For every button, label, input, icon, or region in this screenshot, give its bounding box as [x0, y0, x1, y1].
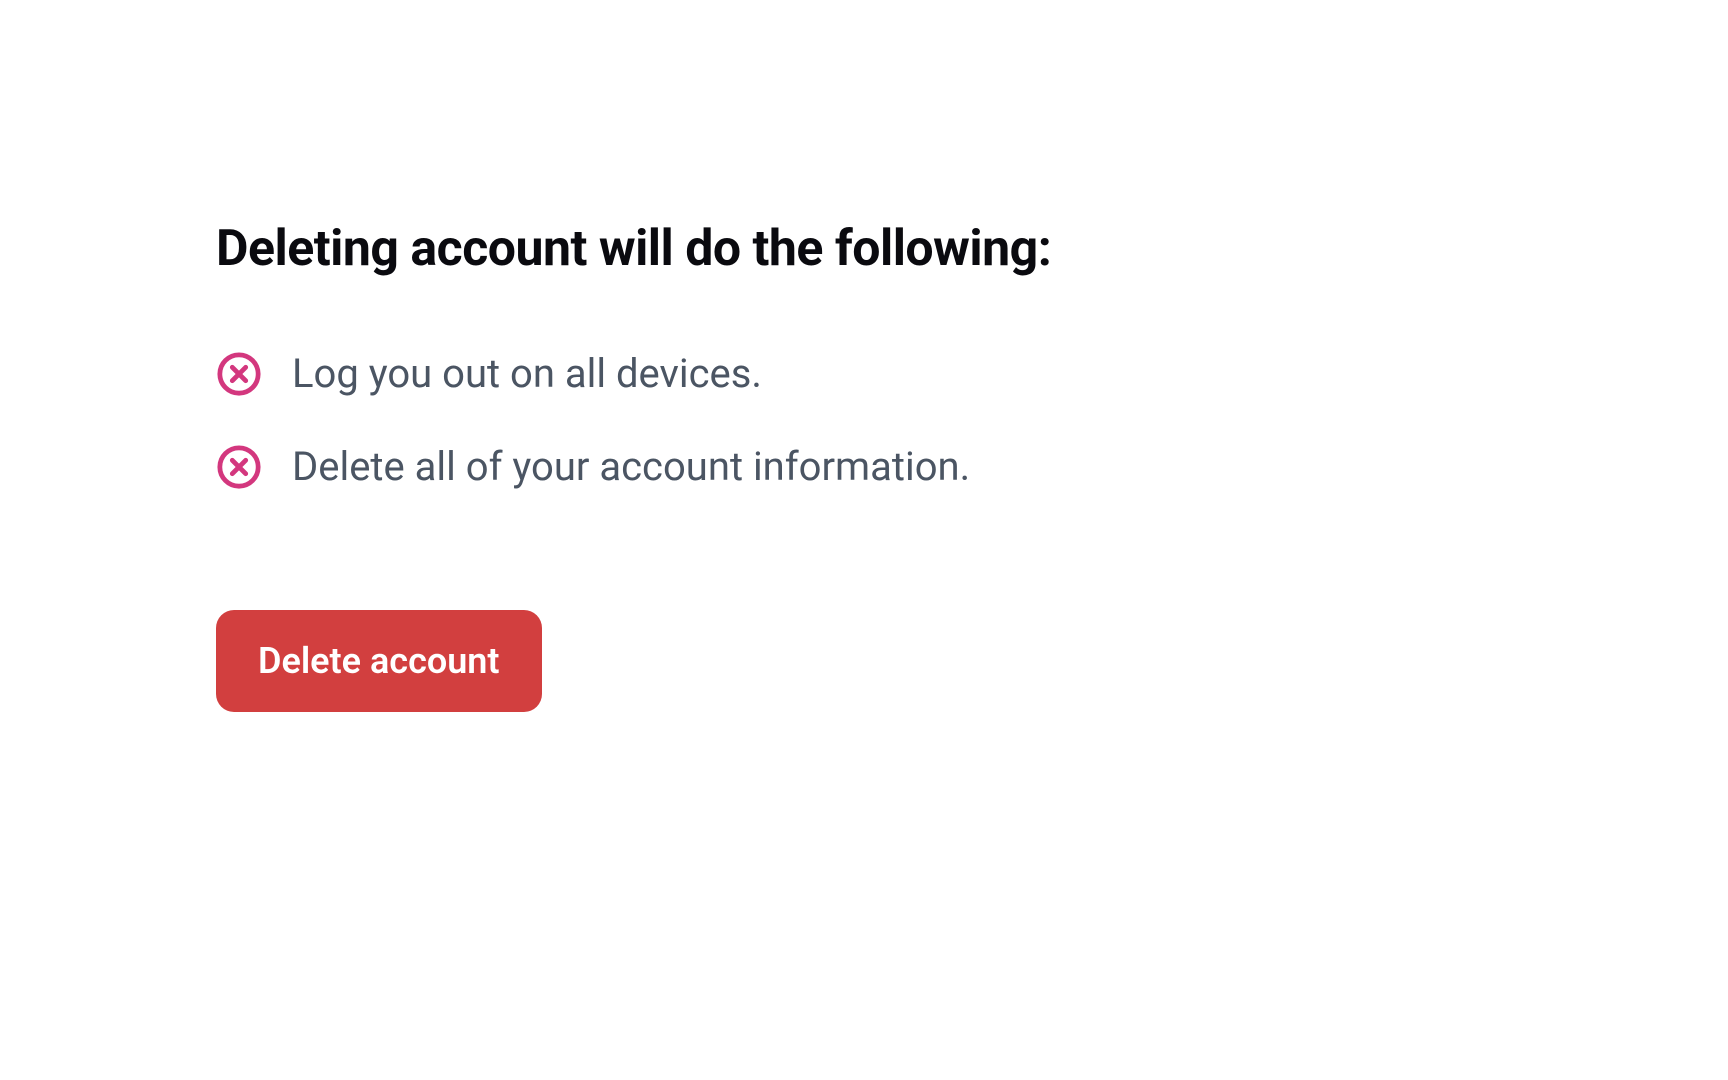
list-item-text: Log you out on all devices.	[292, 350, 762, 397]
x-circle-icon	[216, 351, 262, 397]
delete-account-button[interactable]: Delete account	[216, 610, 542, 712]
delete-account-panel: Deleting account will do the following: …	[216, 220, 1051, 712]
list-item-text: Delete all of your account information.	[292, 443, 970, 490]
list-item: Log you out on all devices.	[216, 350, 1051, 397]
consequences-list: Log you out on all devices. Delete all o…	[216, 350, 1051, 490]
panel-heading: Deleting account will do the following:	[216, 220, 1051, 278]
x-circle-icon	[216, 444, 262, 490]
list-item: Delete all of your account information.	[216, 443, 1051, 490]
